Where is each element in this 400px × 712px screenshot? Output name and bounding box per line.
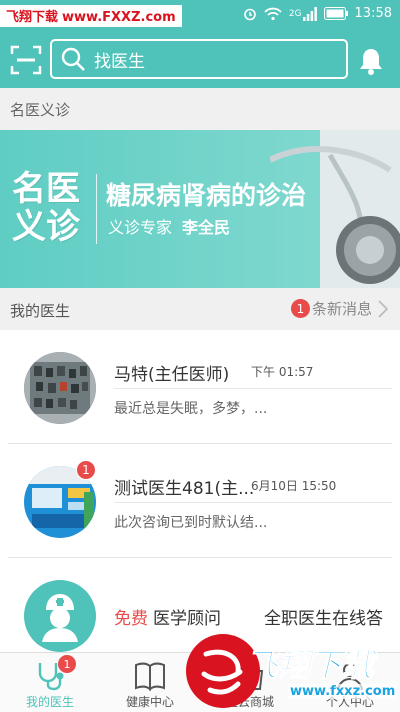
search-input[interactable]: 找医生 xyxy=(50,39,348,79)
my-doctors-header: 我的医生 1 条新消息 xyxy=(0,288,400,330)
signal-icon xyxy=(302,6,317,21)
banner-badge-line2: 义诊 xyxy=(12,207,80,247)
message-time: 6月10日 15:50 xyxy=(251,479,337,493)
unread-badge: 1 xyxy=(76,460,96,480)
tab-label: 健康中心 xyxy=(125,695,174,709)
tab-health-center[interactable]: 健康中心 xyxy=(100,653,200,712)
banner-badge-line1: 名医 xyxy=(12,169,80,209)
wifi-icon xyxy=(264,7,282,20)
banner-subtitle-label: 义诊专家 xyxy=(108,218,173,237)
clock: 13:58 xyxy=(354,6,392,21)
person-icon xyxy=(337,663,363,691)
doctor-avatar xyxy=(24,352,96,424)
doctor-name: 测试医生481(主... xyxy=(114,479,255,499)
medical-advisor-item[interactable]: 免费 医学顾问 全职医生在线答 xyxy=(0,558,400,652)
banner-divider xyxy=(96,174,97,244)
network-type: 2G xyxy=(288,8,302,19)
row-inner-divider xyxy=(114,502,392,503)
message-time: 下午 01:57 xyxy=(251,365,314,379)
last-message: 最近总是失眠，多梦，... xyxy=(114,401,268,417)
advisor-description: 全职医生在线答 xyxy=(264,609,383,629)
chevron-right-icon xyxy=(378,299,388,318)
famous-doctor-section-title: 名医义诊 xyxy=(0,88,400,130)
section-title-text: 名医义诊 xyxy=(10,100,71,119)
new-messages-badge: 1 xyxy=(290,299,310,318)
watermark-url: www.FXXZ.com xyxy=(62,10,176,25)
watermark-top: 飞翔下载 www.FXXZ.com xyxy=(0,5,182,27)
doctor-list: 马特(主任医师) 下午 01:57 最近总是失眠，多梦，... 1 测试医生48… xyxy=(0,330,400,652)
bottom-navigation: 1 我的医生 健康中心 医云商城 个人中心 xyxy=(0,652,400,712)
status-bar: 飞翔下载 www.FXXZ.com 2G 13:58 xyxy=(0,0,400,32)
my-doctors-title: 我的医生 xyxy=(10,302,71,320)
banner-doctor-name: 李全民 xyxy=(182,218,231,237)
avatar-photo xyxy=(24,352,96,424)
tab-label: 个人中心 xyxy=(325,695,374,709)
tab-label: 医云商城 xyxy=(225,695,274,709)
row-inner-divider xyxy=(114,388,392,389)
bell-icon[interactable] xyxy=(358,47,384,75)
battery-icon xyxy=(323,7,348,20)
banner-subtitle: 义诊专家 李全民 xyxy=(108,214,230,238)
tab-cloud-mall[interactable]: 医云商城 xyxy=(200,653,300,712)
alarm-icon xyxy=(244,8,256,20)
doctor-list-item[interactable]: 1 测试医生481(主... 6月10日 15:50 此次咨询已到时默认结... xyxy=(0,444,400,558)
watermark-brand: 飞翔下载 xyxy=(6,10,59,25)
search-placeholder: 找医生 xyxy=(94,51,145,72)
app-header: 找医生 xyxy=(0,32,400,88)
last-message: 此次咨询已到时默认结... xyxy=(114,515,268,531)
banner-badge: 名医 义诊 xyxy=(12,170,80,246)
nurse-icon xyxy=(24,580,96,652)
tab-badge: 1 xyxy=(58,655,76,673)
shop-icon xyxy=(236,662,264,690)
search-icon xyxy=(61,47,85,71)
tab-personal-center[interactable]: 个人中心 xyxy=(300,653,400,712)
doctor-name: 马特(主任医师) xyxy=(114,365,230,385)
advisor-free-label: 免费 xyxy=(114,609,148,629)
promo-banner[interactable]: 名医 义诊 糖尿病肾病的诊治 义诊专家 李全民 xyxy=(0,130,400,288)
new-messages-link[interactable]: 1 条新消息 xyxy=(290,298,388,319)
new-messages-label: 条新消息 xyxy=(311,300,372,318)
tab-my-doctors[interactable]: 1 我的医生 xyxy=(0,653,100,712)
doctor-list-item[interactable]: 马特(主任医师) 下午 01:57 最近总是失眠，多梦，... xyxy=(0,330,400,444)
advisor-title: 医学顾问 xyxy=(153,609,221,629)
book-icon xyxy=(135,662,165,691)
scan-icon[interactable] xyxy=(10,44,42,76)
tab-label: 我的医生 xyxy=(25,695,74,709)
banner-title: 糖尿病肾病的诊治 xyxy=(106,181,307,210)
status-icons: 2G 13:58 xyxy=(243,6,392,21)
